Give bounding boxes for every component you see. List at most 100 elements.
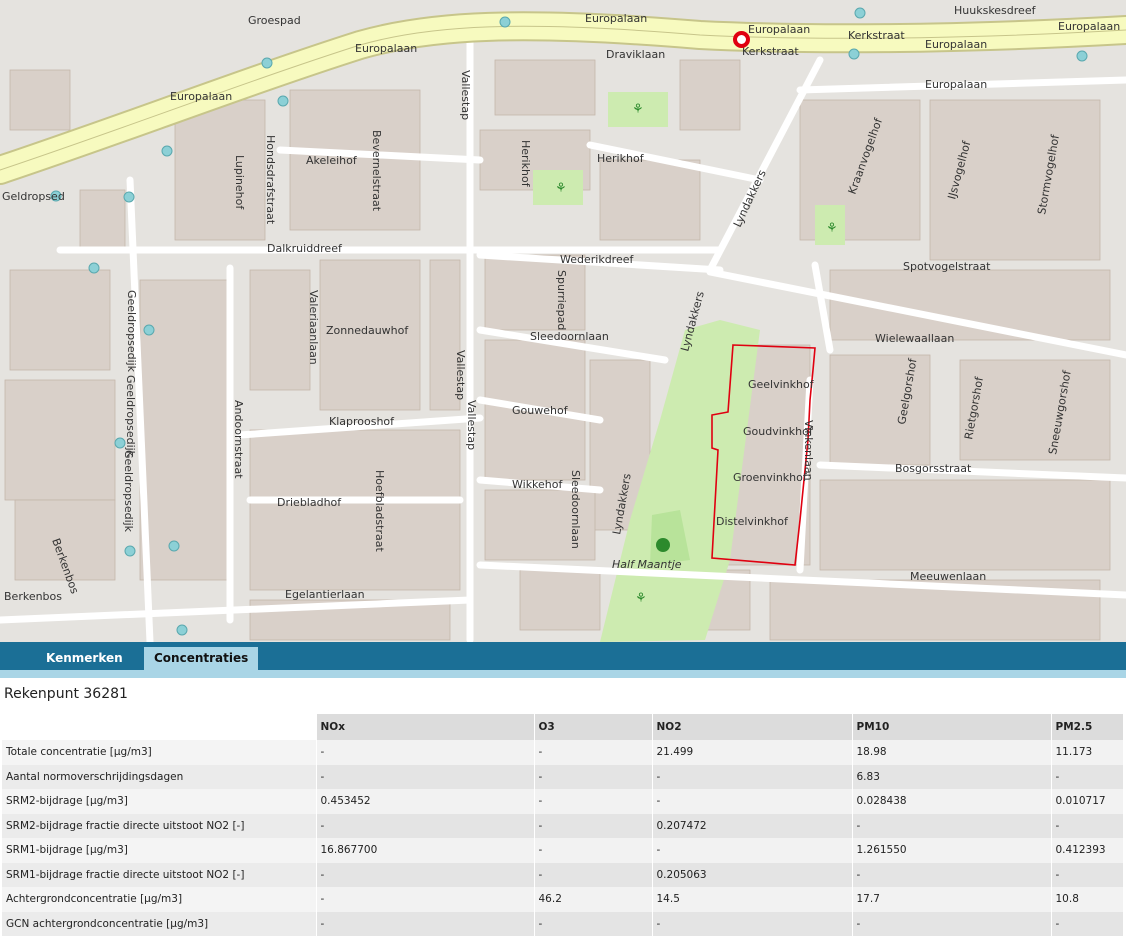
- cell-value: -: [852, 813, 1052, 838]
- row-label: Aantal normoverschrijdingsdagen: [2, 764, 317, 789]
- cell-value: -: [316, 740, 535, 765]
- table-row: GCN achtergrondconcentratie [µg/m3] - - …: [2, 911, 1124, 936]
- street-label: Wielewaallaan: [875, 332, 954, 345]
- street-label: Vallestap: [459, 70, 472, 120]
- cell-value: -: [316, 911, 535, 936]
- street-label: Europalaan: [585, 12, 647, 25]
- street-label: Vallestap: [454, 350, 467, 400]
- cell-value: 0.028438: [852, 789, 1052, 814]
- street-label: Geelvinkhof: [748, 378, 815, 391]
- table-row: SRM1-bijdrage [µg/m3] 16.867700 - - 1.26…: [2, 838, 1124, 863]
- cell-value: -: [652, 789, 853, 814]
- row-label: SRM2-bijdrage fractie directe uitstoot N…: [2, 813, 317, 838]
- column-header-no2: NO2: [652, 714, 853, 740]
- cell-value: -: [316, 813, 535, 838]
- table-row: Achtergrondconcentratie [µg/m3] - 46.2 1…: [2, 887, 1124, 912]
- cell-value: -: [534, 740, 653, 765]
- table-row: Aantal normoverschrijdingsdagen - - - 6.…: [2, 764, 1124, 789]
- row-label: SRM1-bijdrage fractie directe uitstoot N…: [2, 862, 317, 887]
- street-label: Draviklaan: [606, 48, 665, 61]
- cell-value: 11.173: [1051, 740, 1124, 765]
- cell-value: -: [852, 862, 1052, 887]
- street-label: Hoefbladstraat: [373, 470, 386, 552]
- cell-value: -: [534, 911, 653, 936]
- street-label: Klaprooshof: [329, 415, 395, 428]
- concentration-table: NOx O3 NO2 PM10 PM2.5 Totale concentrati…: [2, 714, 1124, 936]
- column-header: [2, 714, 317, 740]
- street-label: Herikhof: [519, 140, 532, 188]
- playground-icon: ⚘: [632, 102, 644, 117]
- street-label: Groespad: [248, 14, 301, 27]
- tab-bar-strip: [0, 670, 1126, 678]
- street-label: Egelantierlaan: [285, 588, 365, 601]
- street-label: Zonnedauwhof: [326, 324, 409, 337]
- cell-value: 0.412393: [1051, 838, 1124, 863]
- cell-value: 10.8: [1051, 887, 1124, 912]
- street-label: Andoornstraat: [232, 400, 245, 479]
- cell-value: -: [1051, 911, 1124, 936]
- cell-value: -: [652, 764, 853, 789]
- street-label: Europalaan: [1058, 20, 1120, 33]
- street-label: Bosgorsstraat: [895, 462, 972, 475]
- cell-value: 18.98: [852, 740, 1052, 765]
- svg-text:⚘: ⚘: [555, 181, 567, 196]
- cell-value: -: [316, 887, 535, 912]
- street-label: Akeleihof: [306, 154, 358, 167]
- cell-value: 14.5: [652, 887, 853, 912]
- street-label: Berkenbos: [4, 590, 62, 603]
- cell-value: 0.207472: [652, 813, 853, 838]
- street-label: Lupinehof: [233, 155, 246, 210]
- table-row: SRM2-bijdrage [µg/m3] 0.453452 - - 0.028…: [2, 789, 1124, 814]
- row-label: GCN achtergrondconcentratie [µg/m3]: [2, 911, 317, 936]
- cell-value: 0.205063: [652, 862, 853, 887]
- street-label: Kerkstraat: [848, 29, 905, 42]
- street-label: Sleedoornlaan: [530, 330, 609, 343]
- cell-value: 16.867700: [316, 838, 535, 863]
- cell-value: -: [1051, 764, 1124, 789]
- cell-value: -: [652, 838, 853, 863]
- street-label: Europalaan: [925, 78, 987, 91]
- tab-concentraties[interactable]: Concentraties: [144, 647, 259, 670]
- street-label: Geeldropsedijk: [124, 375, 137, 458]
- map-view[interactable]: ⚘ ⚘ ⚘ ⚘ Europalaan Europalaan Europalaan…: [0, 0, 1126, 642]
- row-label: Achtergrondconcentratie [µg/m3]: [2, 887, 317, 912]
- cell-value: 0.453452: [316, 789, 535, 814]
- table-row: SRM2-bijdrage fractie directe uitstoot N…: [2, 813, 1124, 838]
- cell-value: -: [316, 764, 535, 789]
- table-header-row: NOx O3 NO2 PM10 PM2.5: [2, 714, 1124, 740]
- street-label: Gouwehof: [512, 404, 569, 417]
- column-header-nox: NOx: [316, 714, 535, 740]
- cell-value: -: [534, 862, 653, 887]
- street-label: Vallestap: [465, 400, 478, 450]
- street-label: Geeldropsedijk: [125, 290, 138, 373]
- street-label: Driebladhof: [277, 496, 342, 509]
- street-label: Half Maantje: [612, 558, 682, 571]
- panel-title: Rekenpunt 36281: [4, 686, 128, 702]
- street-label: Spurriepad: [555, 270, 568, 330]
- street-label: Wikkehof: [512, 478, 564, 491]
- cell-value: -: [1051, 813, 1124, 838]
- street-label: Distelvinkhof: [716, 515, 789, 528]
- tab-kenmerken[interactable]: Kenmerken: [36, 647, 133, 670]
- row-label: Totale concentratie [µg/m3]: [2, 740, 317, 765]
- location-pin-icon[interactable]: [733, 31, 750, 48]
- street-label: Geldropsed: [2, 190, 65, 203]
- cell-value: 0.010717: [1051, 789, 1124, 814]
- column-header-pm10: PM10: [852, 714, 1052, 740]
- table-row: SRM1-bijdrage fractie directe uitstoot N…: [2, 862, 1124, 887]
- street-label: Vinkenlaan: [802, 420, 815, 481]
- cell-value: 21.499: [652, 740, 853, 765]
- cell-value: 1.261550: [852, 838, 1052, 863]
- svg-text:⚘: ⚘: [635, 591, 647, 606]
- street-label: Spotvogelstraat: [903, 260, 991, 273]
- street-label: Europalaan: [748, 23, 810, 36]
- street-label: Europalaan: [170, 90, 232, 103]
- street-label: Geeldropsedijk: [122, 450, 135, 533]
- street-label: Wederikdreef: [560, 253, 634, 266]
- cell-value: -: [534, 764, 653, 789]
- row-label: SRM2-bijdrage [µg/m3]: [2, 789, 317, 814]
- street-label: Hondsdrafstraat: [264, 135, 277, 225]
- cell-value: -: [534, 813, 653, 838]
- row-label: SRM1-bijdrage [µg/m3]: [2, 838, 317, 863]
- street-label: Dalkruiddreef: [267, 242, 343, 255]
